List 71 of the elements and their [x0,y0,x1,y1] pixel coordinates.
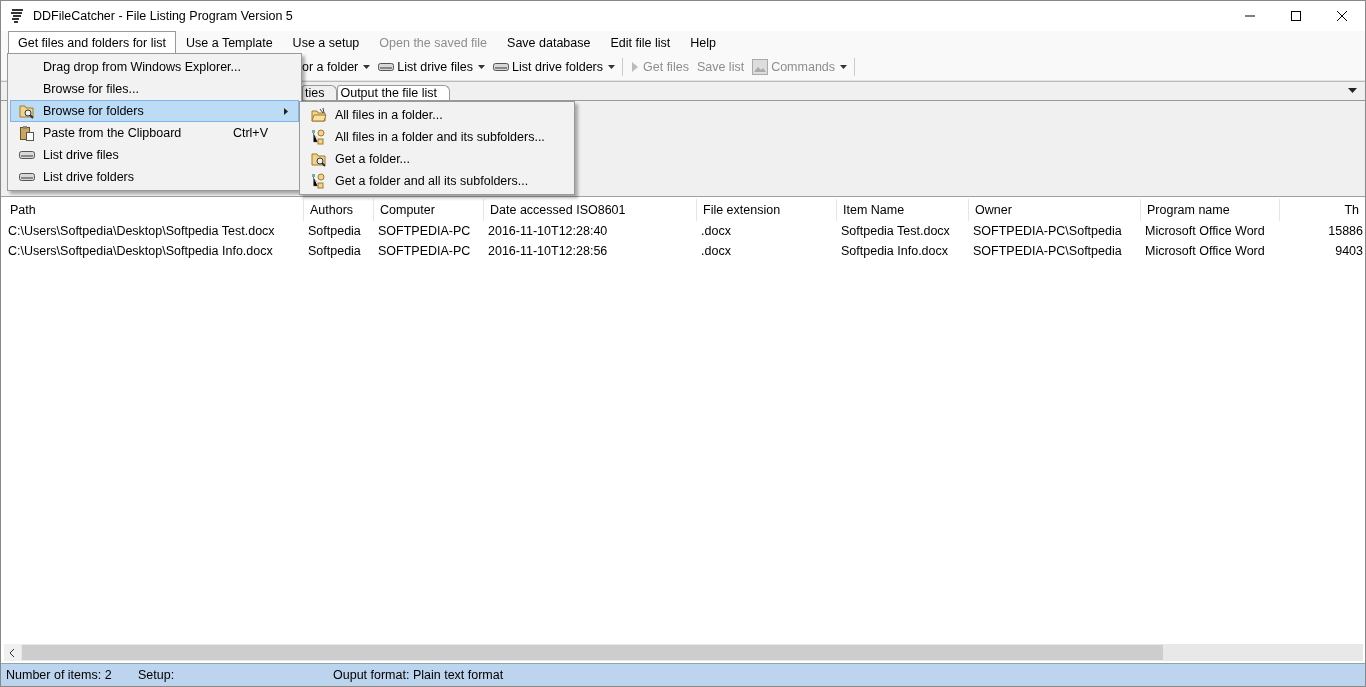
folder-tree-icon [311,129,327,145]
table-cell-text: SOFTPEDIA-PC [377,243,472,260]
menu-bar-item[interactable]: Help [680,31,726,54]
tab[interactable]: ties [302,85,338,100]
folder-tree-icon [311,173,327,189]
close-icon[interactable] [1337,11,1347,21]
table-cell-text: Softpedia [307,223,362,240]
menu-item[interactable]: Browse for folders [10,100,299,122]
table-cell-text: Softpedia [307,243,362,260]
column-header[interactable]: Item Name [837,199,969,221]
dropdown-arrow-icon[interactable] [1348,88,1357,93]
scroll-left-icon[interactable] [4,644,21,661]
column-header[interactable]: Th [1280,199,1363,221]
table-cell-text: Softpedia Test.docx [840,223,951,240]
app-logo-icon [9,8,25,24]
menu-item[interactable]: Get a folder and all its subfolders... [302,170,572,192]
menu-bar-item[interactable]: Use a Template [176,31,283,54]
window-title: DDFileCatcher - File Listing Program Version 5 [33,9,294,23]
folder-search-icon [19,103,35,119]
menu-bar-item[interactable]: Edit file list [600,31,681,54]
table-cell-text: 2016-11-10T12:28:40 [487,223,609,240]
scrollbar-thumb[interactable] [22,645,1163,660]
toolbar-button[interactable]: List drive folders [489,60,620,74]
column-header[interactable]: Authors [304,199,374,221]
menu-item[interactable]: All files in a folder and its subfolders... [302,126,572,148]
menu-bar-item[interactable]: Use a setup [282,31,370,54]
status-text: Ouput format: Plain text format [333,668,504,682]
table-cell-text: 15886 [1327,223,1363,240]
table-cell-text: Microsoft Office Word [1144,223,1266,240]
table-cell-text: 2016-11-10T12:28:56 [487,243,609,260]
menu-item[interactable]: Get a folder... [302,148,572,170]
table-cell-text: 9403 [1334,243,1363,260]
table-cell-text: SOFTPEDIA-PC [377,223,472,240]
menu-item[interactable]: Drag drop from Windows Explorer... [10,56,299,78]
menu-item[interactable]: List drive files [10,144,299,166]
menu-item[interactable]: Browse for files... [10,78,299,100]
tab[interactable]: Output the file list [337,85,451,100]
column-header[interactable]: Date accessed ISO8601 [484,199,697,221]
table-cell-text: .docx [700,223,732,240]
column-header[interactable]: Path [4,199,304,221]
drive-icon [19,150,35,160]
table-cell-text: SOFTPEDIA-PC\Softpedia [972,243,1123,260]
column-header[interactable]: File extension [697,199,837,221]
status-text: Setup: [138,668,176,682]
table-cell-text: SOFTPEDIA-PC\Softpedia [972,223,1123,240]
menu-bar-item[interactable]: Get files and folders for list [8,31,176,54]
folder-search-icon [311,151,327,167]
open-folder-icon [311,107,327,123]
column-header[interactable]: Program name [1141,199,1280,221]
column-header[interactable]: Owner [969,199,1141,221]
clipboard-icon [19,125,35,141]
drive-icon [493,62,509,72]
image-icon [752,59,769,75]
table-cell-text: .docx [700,243,732,260]
menu-item[interactable]: Paste from the Clipboard Ctrl+V [10,122,299,144]
menu-item[interactable]: All files in a folder... [302,104,572,126]
drive-icon [19,172,35,182]
horizontal-scrollbar[interactable] [4,644,1363,661]
maximize-icon[interactable] [1291,11,1301,21]
toolbar-button[interactable]: or a folder [298,60,375,74]
menu-item[interactable]: List drive folders [10,166,299,188]
table-cell-text: Microsoft Office Word [1144,243,1266,260]
drive-icon [378,62,395,72]
submenu-arrow-icon [284,107,288,115]
table-cell-text: C:\Users\Softpedia\Desktop\Softpedia Test.docx [7,223,276,240]
table-cell-text: Softpedia Info.docx [840,243,950,260]
menu-bar-item[interactable]: Save database [497,31,601,54]
status-text: Number of items: 2 [6,668,113,682]
toolbar-button[interactable]: List drive files [374,60,489,74]
table-cell-text: C:\Users\Softpedia\Desktop\Softpedia Info.docx [7,243,274,260]
column-header[interactable]: Computer [374,199,484,221]
